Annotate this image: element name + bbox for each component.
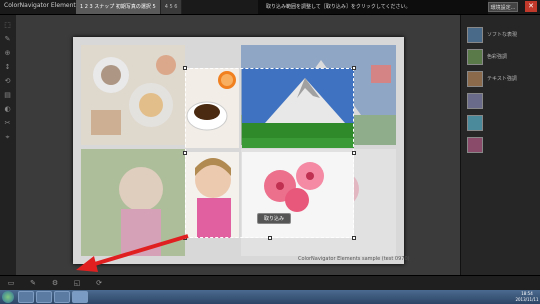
step-tabs: 1 2 3 スナップ 初期写真の選択 5 4 5 6 [76, 0, 183, 14]
taskbar-app-2[interactable] [36, 291, 52, 303]
taskbar-app-active[interactable] [72, 291, 88, 303]
settings-icon[interactable]: ⚙ [50, 278, 60, 288]
crop-handle-left[interactable] [183, 151, 187, 155]
close-button[interactable]: ✕ [525, 1, 537, 12]
refresh-icon[interactable]: ⟳ [94, 278, 104, 288]
frame-icon[interactable]: ◱ [72, 278, 82, 288]
target-tool-icon[interactable]: ⌖ [3, 133, 12, 142]
edit-icon[interactable]: ✎ [28, 278, 38, 288]
move-tool-icon[interactable]: ↕ [3, 63, 12, 72]
style-item-text[interactable]: テキスト強調 [467, 71, 537, 89]
style-item-4[interactable] [467, 93, 537, 111]
start-button-icon[interactable] [2, 291, 14, 303]
os-taskbar: 18:54 2013/11/11 [0, 290, 540, 304]
right-panel: ソフトな表現 色彩強調 テキスト強調 [460, 15, 540, 275]
layout-tool-icon[interactable]: ▤ [3, 91, 12, 100]
style-thumb [467, 137, 483, 153]
crop-handle-right[interactable] [352, 151, 356, 155]
app-title: ColorNavigator Elements [4, 2, 79, 9]
style-thumb [467, 93, 483, 109]
step-tab-next[interactable]: 4 5 6 [160, 0, 183, 14]
crop-handle-bottom[interactable] [268, 236, 272, 240]
color-tool-icon[interactable]: ◐ [3, 105, 12, 114]
taskbar-clock[interactable]: 18:54 2013/11/11 [514, 291, 540, 303]
style-thumb [467, 49, 483, 65]
style-thumb [467, 115, 483, 131]
crop-handle-top-right[interactable] [352, 66, 356, 70]
crop-handle-bottom-right[interactable] [352, 236, 356, 240]
style-item-5[interactable] [467, 115, 537, 133]
crop-button[interactable]: 取り込み [257, 213, 291, 224]
style-label: テキスト強調 [487, 76, 517, 82]
style-item-6[interactable] [467, 137, 537, 155]
taskbar-app-3[interactable] [54, 291, 70, 303]
crop-handle-top-left[interactable] [183, 66, 187, 70]
page-icon[interactable]: ▭ [6, 278, 16, 288]
edit-tool-icon[interactable]: ✎ [3, 35, 12, 44]
taskbar-app-explorer[interactable] [18, 291, 34, 303]
clock-date: 2013/11/11 [515, 297, 539, 302]
rotate-tool-icon[interactable]: ⟲ [3, 77, 12, 86]
breakfast-photo [81, 45, 185, 145]
style-thumb [467, 71, 483, 87]
style-thumb [467, 27, 483, 43]
zoom-tool-icon[interactable]: ⊕ [3, 49, 12, 58]
photo-breakfast-outer [81, 45, 185, 145]
crop-tool-icon[interactable]: ✂ [3, 119, 12, 128]
style-item-soft[interactable]: ソフトな表現 [467, 27, 537, 45]
system-tray [420, 291, 512, 303]
bottom-toolbar: ▭ ✎ ⚙ ◱ ⟳ [0, 275, 540, 291]
style-label: 色彩強調 [487, 54, 508, 60]
page-footer-text: ColorNavigator Elements sample (test 097… [298, 256, 410, 262]
step-tab-current[interactable]: 1 2 3 スナップ 初期写真の選択 5 [76, 0, 161, 14]
select-tool-icon[interactable]: ⬚ [3, 21, 12, 30]
style-label: ソフトな表現 [487, 32, 518, 38]
red-arrow-annotation [76, 234, 189, 272]
instruction-text: 取り込み範囲を調整して［取り込み］をクリックしてください。 [258, 0, 488, 14]
settings-button[interactable]: 環境設定... [488, 2, 518, 12]
title-bar: ColorNavigator Elements 1 2 3 スナップ 初期写真の… [0, 0, 540, 15]
style-item-color[interactable]: 色彩強調 [467, 49, 537, 67]
left-toolbar: ⬚ ✎ ⊕ ↕ ⟲ ▤ ◐ ✂ ⌖ [0, 15, 16, 275]
